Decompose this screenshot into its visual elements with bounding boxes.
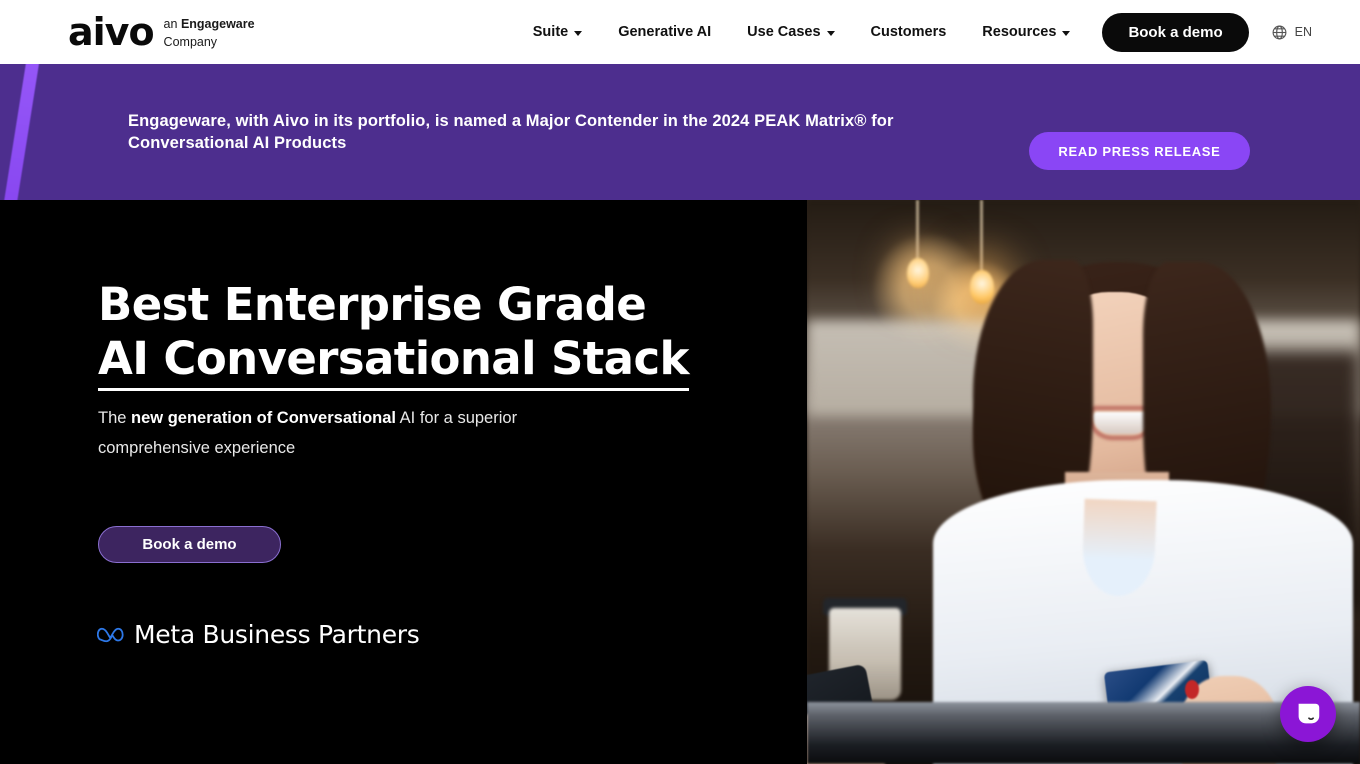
hero-book-demo-button[interactable]: Book a demo [98,526,281,563]
nav-label: Resources [982,24,1057,40]
hero-subtitle: The new generation of Conversational AI … [98,403,518,463]
logo-tagline-prefix: an [163,16,181,31]
header-book-demo-button[interactable]: Book a demo [1102,12,1249,52]
subtitle-prefix: The [98,409,132,427]
meta-infinity-icon [97,627,124,642]
nav-item-customers[interactable]: Customers [853,24,965,40]
meta-partners-label: Meta Business Partners [134,620,420,649]
headline-line-2: AI Conversational Stack [98,335,689,391]
announcement-banner: Engageware, with Aivo in its portfolio, … [0,64,1360,200]
site-header: aivo an Engageware Company Suite Generat… [0,0,1360,64]
hero-image-woman-with-credit-card [807,200,1360,764]
logo-tagline: an Engageware Company [164,13,255,52]
pendant-lamp-icon [970,270,994,304]
chevron-down-icon [574,30,583,36]
chevron-down-icon [1062,30,1071,36]
nav-label: Customers [870,24,947,40]
chat-bubble-icon [1298,703,1320,724]
language-selector[interactable]: EN [1271,24,1312,41]
nav-item-resources[interactable]: Resources [964,24,1088,40]
pendant-lamp-icon [907,258,929,288]
logo-tagline-company: Company [163,35,218,49]
logo-wordmark: aivo [68,10,155,54]
banner-message: Engageware, with Aivo in its portfolio, … [128,111,894,152]
chevron-down-icon [826,30,835,36]
logo-tagline-brand: Engageware [180,16,255,31]
nav-label: Use Cases [747,24,821,40]
hero-section: Best Enterprise Grade AI Conversational … [0,200,1360,764]
chat-widget-button[interactable] [1280,686,1336,742]
page-title: Best Enterprise Grade AI Conversational … [98,282,689,391]
meta-business-partners-badge: Meta Business Partners [97,620,420,649]
globe-icon [1272,25,1287,39]
site-logo[interactable]: aivo an Engageware Company [68,13,255,52]
language-label: EN [1294,25,1312,39]
nav-label: Generative AI [618,24,712,40]
subtitle-emphasis: new generation of Conversational [131,409,396,427]
nav-item-use-cases[interactable]: Use Cases [729,24,852,40]
headline-line-1: Best Enterprise Grade [98,278,647,331]
nav-item-suite[interactable]: Suite [515,24,600,40]
nav-label: Suite [532,24,569,40]
hero-content-panel: Best Enterprise Grade AI Conversational … [0,200,807,764]
main-navigation: Suite Generative AI Use Cases Customers … [515,12,1360,52]
nav-item-generative-ai[interactable]: Generative AI [600,24,729,40]
